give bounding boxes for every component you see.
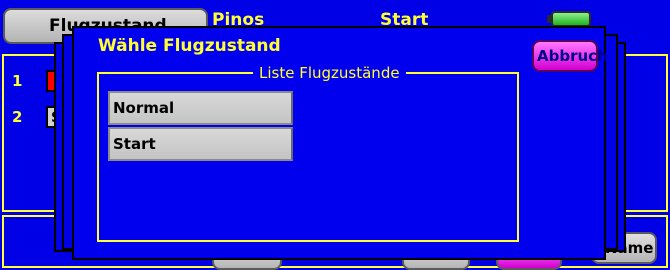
cancel-button[interactable]: Abbruch [532, 40, 608, 72]
battery-icon [551, 11, 591, 27]
dialog-title: Wähle Flugzustand [98, 36, 281, 56]
group-legend: Liste Flugzustände [253, 64, 406, 82]
list-item-normal[interactable]: Normal [108, 91, 293, 125]
list-item-start[interactable]: Start [108, 127, 293, 161]
row-number-1: 1 [12, 72, 23, 90]
flight-mode-group: Liste Flugzustände Normal Start [97, 64, 519, 242]
row-number-2: 2 [12, 108, 23, 126]
flight-mode-dialog: Wähle Flugzustand Abbruch Liste Flugzust… [72, 26, 608, 260]
